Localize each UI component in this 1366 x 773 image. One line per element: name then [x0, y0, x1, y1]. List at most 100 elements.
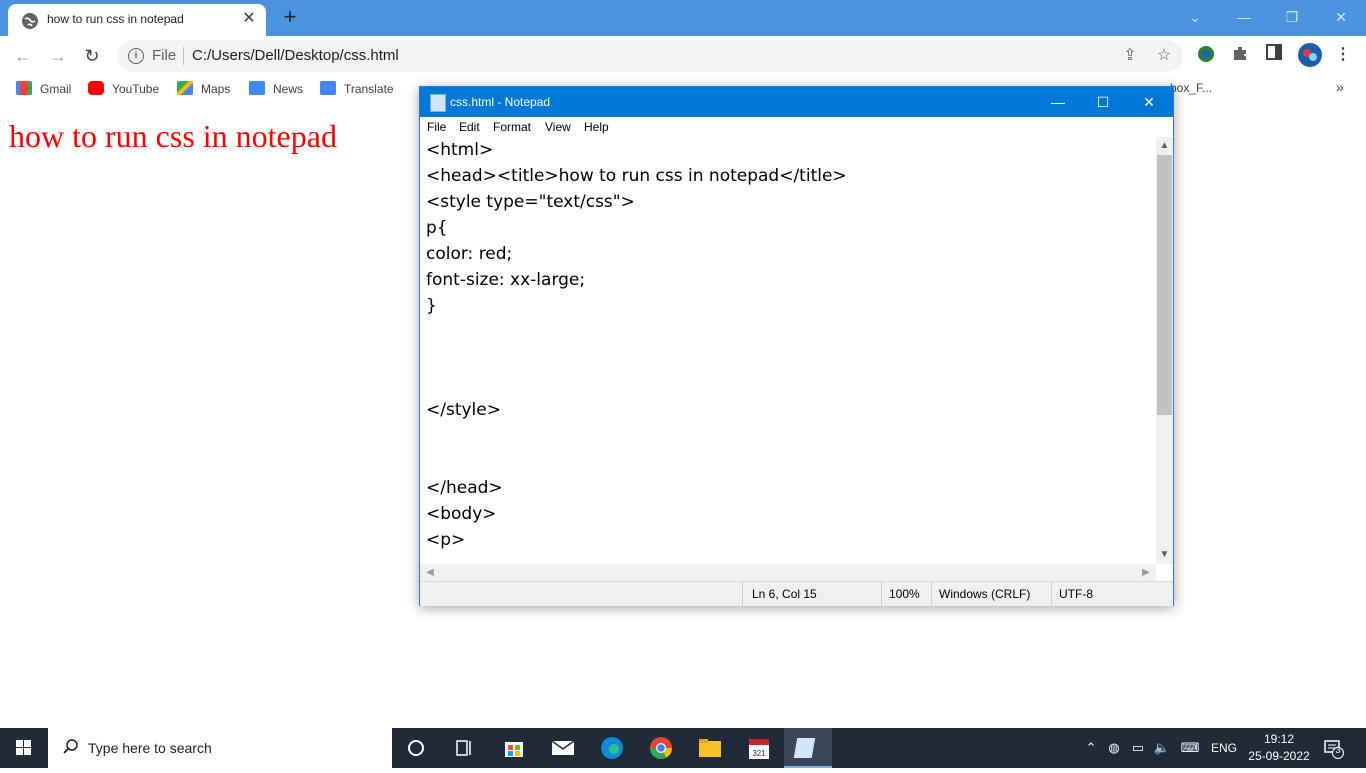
status-divider	[742, 582, 743, 606]
forward-arrow-icon[interactable]: →	[46, 44, 70, 68]
network-globe-icon[interactable]: ◍	[1104, 738, 1124, 758]
text-line: <head><title>how to run css in notepad</…	[426, 166, 847, 186]
bookmark-star-icon[interactable]: ☆	[1153, 45, 1175, 67]
status-divider	[881, 582, 882, 606]
windows-logo-icon	[16, 740, 31, 755]
extensions-puzzle-icon[interactable]	[1229, 44, 1251, 66]
scroll-down-icon[interactable]: ▼	[1156, 547, 1173, 563]
text-line: }	[426, 296, 437, 316]
bookmark-gmail[interactable]: Gmail	[16, 81, 71, 99]
vertical-scrollbar[interactable]: ▲ ▼	[1156, 137, 1173, 564]
chrome-menu-icon[interactable]: ⋮	[1332, 44, 1354, 66]
notepad-title-bar[interactable]: css.html - Notepad — ☐ ✕	[420, 87, 1173, 117]
globe-icon	[22, 13, 38, 29]
info-icon[interactable]: i	[128, 48, 144, 64]
bookmark-news[interactable]: News	[249, 81, 303, 99]
news-icon	[249, 81, 265, 95]
menu-edit[interactable]: Edit	[459, 120, 480, 134]
edge-icon[interactable]	[588, 728, 636, 768]
reload-icon[interactable]: ↻	[80, 44, 104, 68]
browser-tab-strip: how to run css in notepad ✕ + ⌄ — ❐ ✕	[0, 0, 1366, 36]
notepad-maximize-button[interactable]: ☐	[1088, 91, 1118, 113]
text-line: <html>	[426, 140, 494, 160]
text-line: p{	[426, 218, 448, 238]
bookmarks-overflow-icon[interactable]: »	[1336, 79, 1344, 97]
address-divider	[183, 47, 184, 65]
browser-tab[interactable]: how to run css in notepad ✕	[8, 4, 266, 36]
show-hidden-icons-icon[interactable]: ⌃	[1082, 738, 1100, 758]
close-window-button[interactable]: ✕	[1327, 6, 1355, 28]
tab-close-icon[interactable]: ✕	[240, 10, 258, 28]
back-arrow-icon[interactable]: ←	[11, 44, 35, 68]
address-bar[interactable]: i File C:/Users/Dell/Desktop/css.html ⇪ …	[117, 40, 1183, 72]
chrome-icon[interactable]	[637, 728, 685, 768]
tab-search-icon[interactable]: ⌄	[1181, 6, 1209, 28]
text-line: </head>	[426, 478, 503, 498]
file-explorer-icon[interactable]	[686, 728, 734, 768]
notification-center-icon[interactable]: 3	[1322, 737, 1344, 759]
bookmark-youtube[interactable]: YouTube	[88, 81, 159, 99]
start-button[interactable]	[0, 728, 48, 768]
minimize-button[interactable]: —	[1230, 6, 1258, 28]
text-line: <p>	[426, 530, 466, 550]
cortana-icon[interactable]	[392, 728, 440, 768]
status-cursor-position: Ln 6, Col 15	[752, 587, 817, 601]
horizontal-scrollbar[interactable]: ◀ ▶	[420, 564, 1156, 581]
menu-view[interactable]: View	[545, 120, 571, 134]
restore-button[interactable]: ❐	[1278, 6, 1306, 28]
battery-icon[interactable]: ▭	[1128, 738, 1148, 758]
notepad-text-area[interactable]: <html> <head><title>how to run css in not…	[420, 137, 1156, 564]
taskbar-clock[interactable]: 19:12 25-09-2022	[1246, 731, 1312, 765]
notepad-minimize-button[interactable]: —	[1043, 91, 1073, 113]
text-line: <body>	[426, 504, 497, 524]
profile-avatar-icon[interactable]	[1298, 43, 1322, 67]
status-divider	[931, 582, 932, 606]
new-tab-button[interactable]: +	[278, 6, 302, 30]
svg-text:321: 321	[752, 749, 766, 758]
store-icon[interactable]	[490, 728, 538, 768]
notepad-title: css.html - Notepad	[450, 95, 551, 109]
notepad-close-button[interactable]: ✕	[1134, 91, 1164, 113]
bookmark-translate[interactable]: Translate	[320, 81, 394, 99]
menu-help[interactable]: Help	[584, 120, 609, 134]
gmail-icon	[16, 81, 32, 95]
volume-icon[interactable]: 🔈	[1152, 738, 1172, 758]
keyboard-icon[interactable]: ⌨	[1178, 738, 1202, 758]
scroll-left-icon[interactable]: ◀	[422, 564, 438, 581]
clock-date: 25-09-2022	[1248, 749, 1310, 763]
text-line: </style>	[426, 400, 501, 420]
search-placeholder: Type here to search	[88, 740, 212, 756]
address-scheme: File	[152, 47, 177, 64]
status-zoom: 100%	[889, 587, 920, 601]
share-icon[interactable]: ⇪	[1119, 45, 1141, 67]
language-indicator[interactable]: ENG	[1208, 738, 1240, 758]
scroll-thumb[interactable]	[1157, 155, 1172, 415]
menu-file[interactable]: File	[427, 120, 446, 134]
text-line: font-size: xx-large;	[426, 270, 586, 290]
task-view-icon[interactable]	[440, 728, 488, 768]
bookmark-maps[interactable]: Maps	[177, 81, 230, 99]
notification-badge: 3	[1335, 745, 1341, 755]
address-url[interactable]: C:/Users/Dell/Desktop/css.html	[192, 47, 399, 64]
notepad-menu-bar: File Edit Format View Help	[420, 117, 1173, 137]
browser-toolbar: ← → ↻ i File C:/Users/Dell/Desktop/css.h…	[0, 36, 1366, 76]
bookmark-partial[interactable]: box_F...	[1170, 81, 1212, 99]
side-panel-icon[interactable]	[1263, 44, 1285, 66]
menu-format[interactable]: Format	[493, 120, 531, 134]
notepad-window: css.html - Notepad — ☐ ✕ File Edit Forma…	[419, 86, 1174, 606]
status-divider	[1051, 582, 1052, 606]
page-heading: how to run css in notepad	[9, 118, 337, 154]
extension-globe-icon[interactable]	[1195, 44, 1217, 66]
windows-taskbar: Type here to search 321 ⌃ ◍ ▭ 🔈 ⌨ ENG 19…	[0, 728, 1366, 768]
status-line-endings: Windows (CRLF)	[939, 587, 1031, 601]
search-icon	[63, 739, 78, 754]
scroll-right-icon[interactable]: ▶	[1138, 564, 1154, 581]
youtube-icon	[88, 81, 104, 95]
notepad-taskbar-icon[interactable]	[784, 728, 832, 768]
clock-time: 19:12	[1263, 732, 1295, 746]
mail-icon[interactable]	[539, 728, 587, 768]
taskbar-search-box[interactable]: Type here to search	[48, 728, 392, 768]
scroll-up-icon[interactable]: ▲	[1156, 138, 1173, 154]
notepad-status-bar: Ln 6, Col 15 100% Windows (CRLF) UTF-8	[420, 581, 1173, 606]
calendar-app-icon[interactable]: 321	[735, 728, 783, 768]
